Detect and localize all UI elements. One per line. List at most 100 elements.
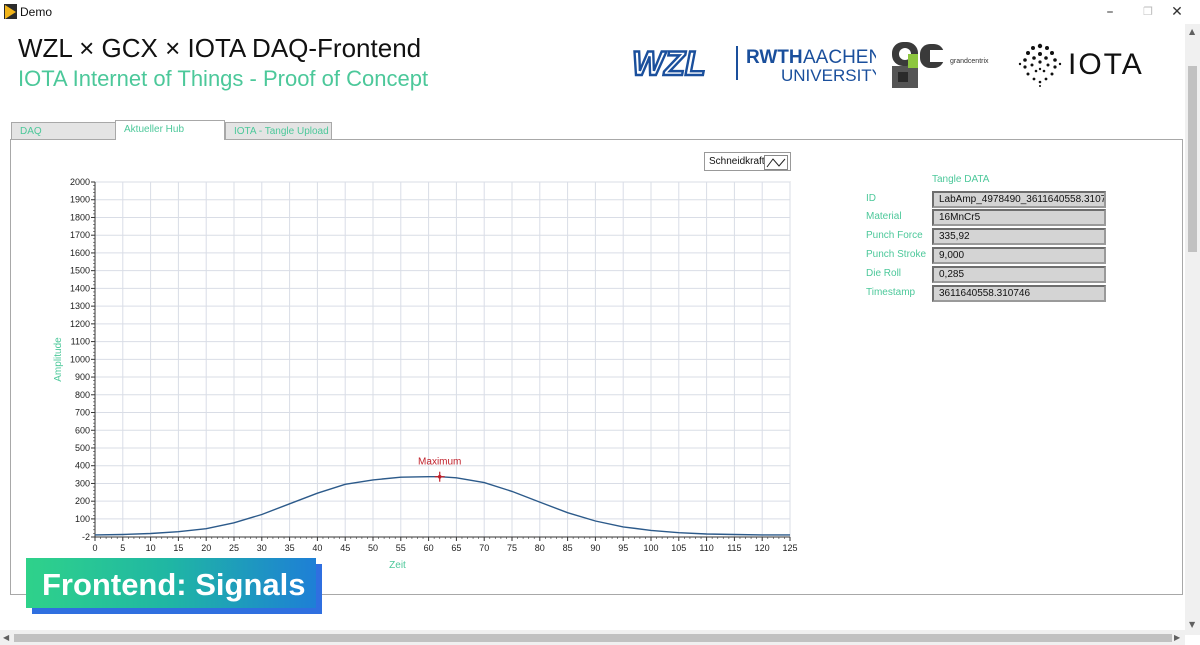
y-tick-label: 1500 [70, 266, 90, 276]
page-title: WZL × GCX × IOTA DAQ-Frontend [18, 33, 422, 63]
tangle-label-die-roll: Die Roll [866, 268, 902, 279]
tangle-label-timestamp: Timestamp [866, 287, 916, 298]
maximum-marker-dot[interactable] [437, 474, 442, 479]
y-tick-label: 1200 [70, 319, 90, 329]
x-tick-label: 85 [563, 543, 573, 553]
grandcentrix-text: grandcentrix [950, 58, 989, 65]
iota-mark-icon [1018, 43, 1062, 87]
x-tick-label: 110 [699, 543, 713, 553]
y-tick-label: 1400 [70, 283, 90, 293]
tangle-label-material: Material [866, 211, 902, 222]
iota-logo: IOTA [1016, 42, 1156, 88]
vertical-scroll-thumb[interactable] [1188, 66, 1197, 252]
close-icon[interactable]: ✕ [1155, 1, 1199, 23]
tangle-label-punch-force: Punch Force [866, 230, 923, 241]
y-tick-label: 1800 [70, 212, 90, 222]
x-tick-label: 35 [285, 543, 295, 553]
y-tick-label: 900 [75, 372, 90, 382]
x-tick-label: 5 [120, 543, 125, 553]
rwth-logo-sub: UNIVERSITY [781, 66, 876, 84]
tab-aktueller-hub[interactable]: Aktueller Hub [115, 120, 225, 140]
y-tick-label: 700 [75, 408, 90, 418]
horizontal-scrollbar[interactable]: ◀ ▶ [0, 630, 1185, 645]
y-tick-label: 400 [75, 461, 90, 471]
legend-label: Schneidkraft [709, 156, 765, 167]
x-axis-label: Zeit [389, 560, 406, 571]
y-tick-label: 1000 [70, 354, 90, 364]
x-tick-label: 10 [146, 543, 156, 553]
x-tick-label: 20 [201, 543, 211, 553]
page-subtitle: IOTA Internet of Things - Proof of Conce… [18, 66, 429, 91]
y-tick-label: 1100 [71, 337, 90, 347]
x-tick-label: 75 [507, 543, 517, 553]
y-tick-label: 800 [75, 390, 90, 400]
window-title: Demo [20, 5, 53, 19]
grandcentrix-logo: grandcentrix [890, 40, 1000, 90]
amplitude-chart[interactable]: 0 5 10 15 20 25 30 35 40 45 50 55 60 65 70 75 80 85 90 95 10… [40, 170, 810, 575]
scroll-right-icon[interactable]: ▶ [1174, 633, 1180, 642]
tangle-field-die-roll[interactable]: 0,285 [932, 266, 1106, 283]
tab-iota-tangle-upload-label: IOTA - Tangle Upload [234, 126, 329, 137]
scroll-left-icon[interactable]: ◀ [3, 633, 9, 642]
chart-legend[interactable]: Schneidkraft [704, 152, 791, 171]
rwth-logo-main: RWTH [746, 47, 803, 68]
x-tick-label: 125 [782, 543, 797, 553]
y-tick-label: 1900 [70, 195, 90, 205]
x-tick-label: 45 [340, 543, 350, 553]
tangle-field-timestamp[interactable]: 3611640558.310746 [932, 285, 1106, 302]
tangle-field-punch-stroke[interactable]: 9,000 [932, 247, 1106, 264]
y-tick-label: -2 [82, 532, 90, 542]
tangle-label-id: ID [866, 193, 876, 204]
tangle-field-id[interactable]: LabAmp_4978490_3611640558.3107 [932, 191, 1106, 208]
iota-logo-text: IOTA [1068, 48, 1144, 81]
tangle-label-punch-stroke: Punch Stroke [866, 249, 927, 260]
y-tick-label: 200 [75, 496, 90, 506]
caption-text: Frontend: Signals [42, 567, 306, 602]
scroll-up-icon[interactable]: ▲ [1189, 27, 1195, 36]
x-tick-label: 0 [92, 543, 97, 553]
vertical-scrollbar[interactable]: ▲ ▼ [1185, 24, 1200, 635]
y-tick-label: 500 [75, 443, 90, 453]
x-tick-label: 120 [755, 543, 770, 553]
tangle-field-punch-force[interactable]: 335,92 [932, 228, 1106, 245]
tab-iota-tangle-upload[interactable]: IOTA - Tangle Upload [225, 122, 332, 139]
horizontal-scroll-thumb[interactable] [14, 634, 1172, 642]
x-tick-label: 80 [535, 543, 545, 553]
y-tick-label: 600 [75, 425, 90, 435]
tangle-field-material[interactable]: 16MnCr5 [932, 209, 1106, 226]
x-tick-label: 50 [368, 543, 378, 553]
x-tick-label: 70 [479, 543, 489, 553]
y-tick-label: 100 [75, 514, 90, 524]
tab-daq[interactable]: DAQ [11, 122, 120, 139]
x-tick-label: 105 [671, 543, 686, 553]
x-tick-label: 25 [229, 543, 239, 553]
y-tick-label: 300 [75, 478, 90, 488]
x-tick-label: 60 [424, 543, 434, 553]
x-tick-label: 55 [396, 543, 406, 553]
y-axis-label: Amplitude [53, 337, 64, 382]
y-tick-label: 2000 [70, 177, 90, 187]
y-tick-label: 1600 [70, 248, 90, 258]
x-tick-label: 90 [590, 543, 600, 553]
wzl-logo: WZL [630, 44, 726, 82]
x-tick-label: 100 [643, 543, 658, 553]
scroll-down-icon[interactable]: ▼ [1189, 620, 1195, 629]
tab-aktueller-hub-label: Aktueller Hub [124, 124, 185, 135]
rwth-logo-side: AACHEN [803, 47, 876, 68]
x-tick-label: 30 [257, 543, 267, 553]
y-tick-label: 1300 [70, 301, 90, 311]
grandcentrix-mark [892, 42, 944, 88]
x-tick-label: 95 [618, 543, 628, 553]
labview-app-icon-glyph [5, 5, 16, 19]
tab-daq-label: DAQ [20, 126, 42, 137]
x-tick-label: 115 [727, 543, 741, 553]
rwth-logo: RWTH AACHEN UNIVERSITY [736, 46, 876, 84]
wzl-logo-text: WZL [632, 45, 706, 82]
window-titlebar: Demo – ❐ ✕ [0, 0, 1200, 24]
caption-banner: Frontend: Signals [26, 558, 316, 608]
x-tick-label: 65 [451, 543, 461, 553]
x-tick-label: 15 [173, 543, 183, 553]
maximum-annotation-label: Maximum [418, 457, 461, 468]
tangle-data-title: Tangle DATA [932, 174, 990, 185]
y-tick-label: 1700 [70, 230, 90, 240]
